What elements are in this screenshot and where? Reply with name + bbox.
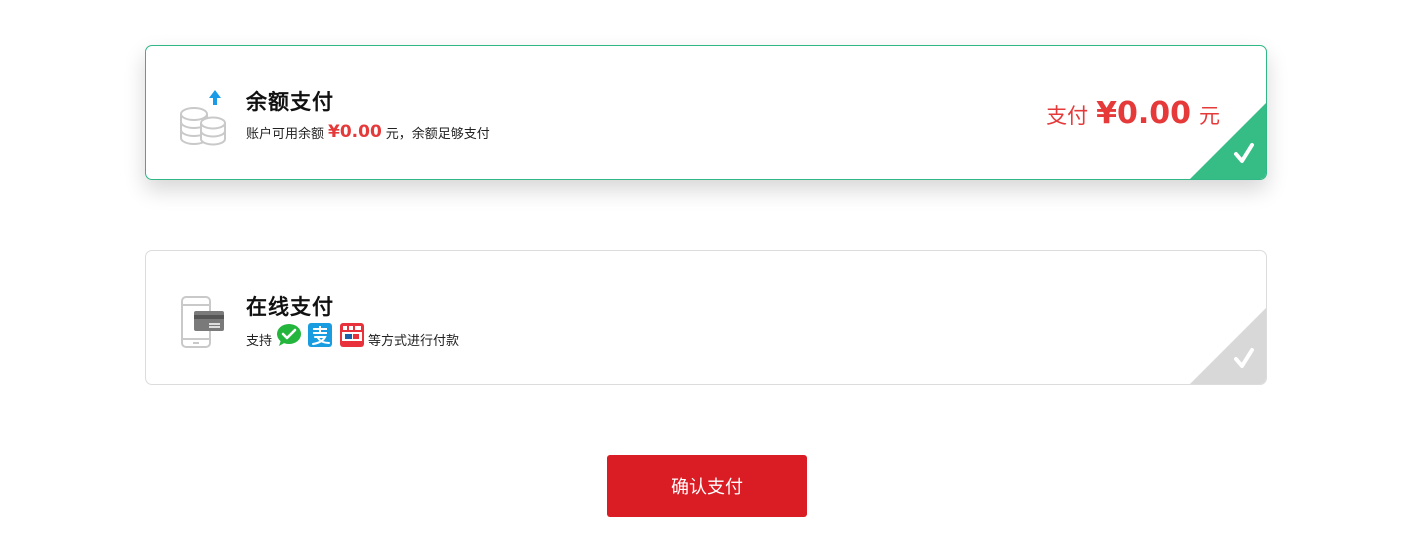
balance-payment-desc: 账户可用余额 ¥0.00 元，余额足够支付 <box>246 122 490 142</box>
wechat-pay-icon <box>276 323 302 347</box>
alipay-icon <box>308 323 333 347</box>
online-desc-suffix: 等方式进行付款 <box>368 333 460 349</box>
unselected-check-corner <box>1190 308 1266 384</box>
balance-desc-prefix: 账户可用余额 <box>246 126 325 142</box>
balance-payment-title: 余额支付 <box>246 90 334 114</box>
available-balance-amount: ¥0.00 <box>328 122 382 142</box>
online-payment-title: 在线支付 <box>246 295 334 319</box>
selected-check-corner <box>1190 103 1266 179</box>
phone-card-icon <box>176 293 230 351</box>
coins-upload-icon <box>176 88 230 146</box>
balance-payment-option[interactable]: 余额支付 账户可用余额 ¥0.00 元，余额足够支付 支付 ¥0.00 元 <box>145 45 1267 180</box>
online-payment-option[interactable]: 在线支付 支持 等方式进行付款 <box>145 250 1267 385</box>
confirm-payment-button[interactable]: 确认支付 <box>607 455 807 517</box>
balance-desc-suffix: 元，余额足够支付 <box>385 126 490 142</box>
pay-amount-label: 支付 <box>1046 104 1089 128</box>
online-payment-desc: 支持 等方式进行付款 <box>246 323 460 351</box>
online-desc-prefix: 支持 <box>246 333 273 349</box>
pay-amount-value: ¥0.00 <box>1096 96 1191 131</box>
payment-page: 余额支付 账户可用余额 ¥0.00 元，余额足够支付 支付 ¥0.00 元 在线… <box>0 0 1426 537</box>
unionpay-icon <box>340 323 365 347</box>
